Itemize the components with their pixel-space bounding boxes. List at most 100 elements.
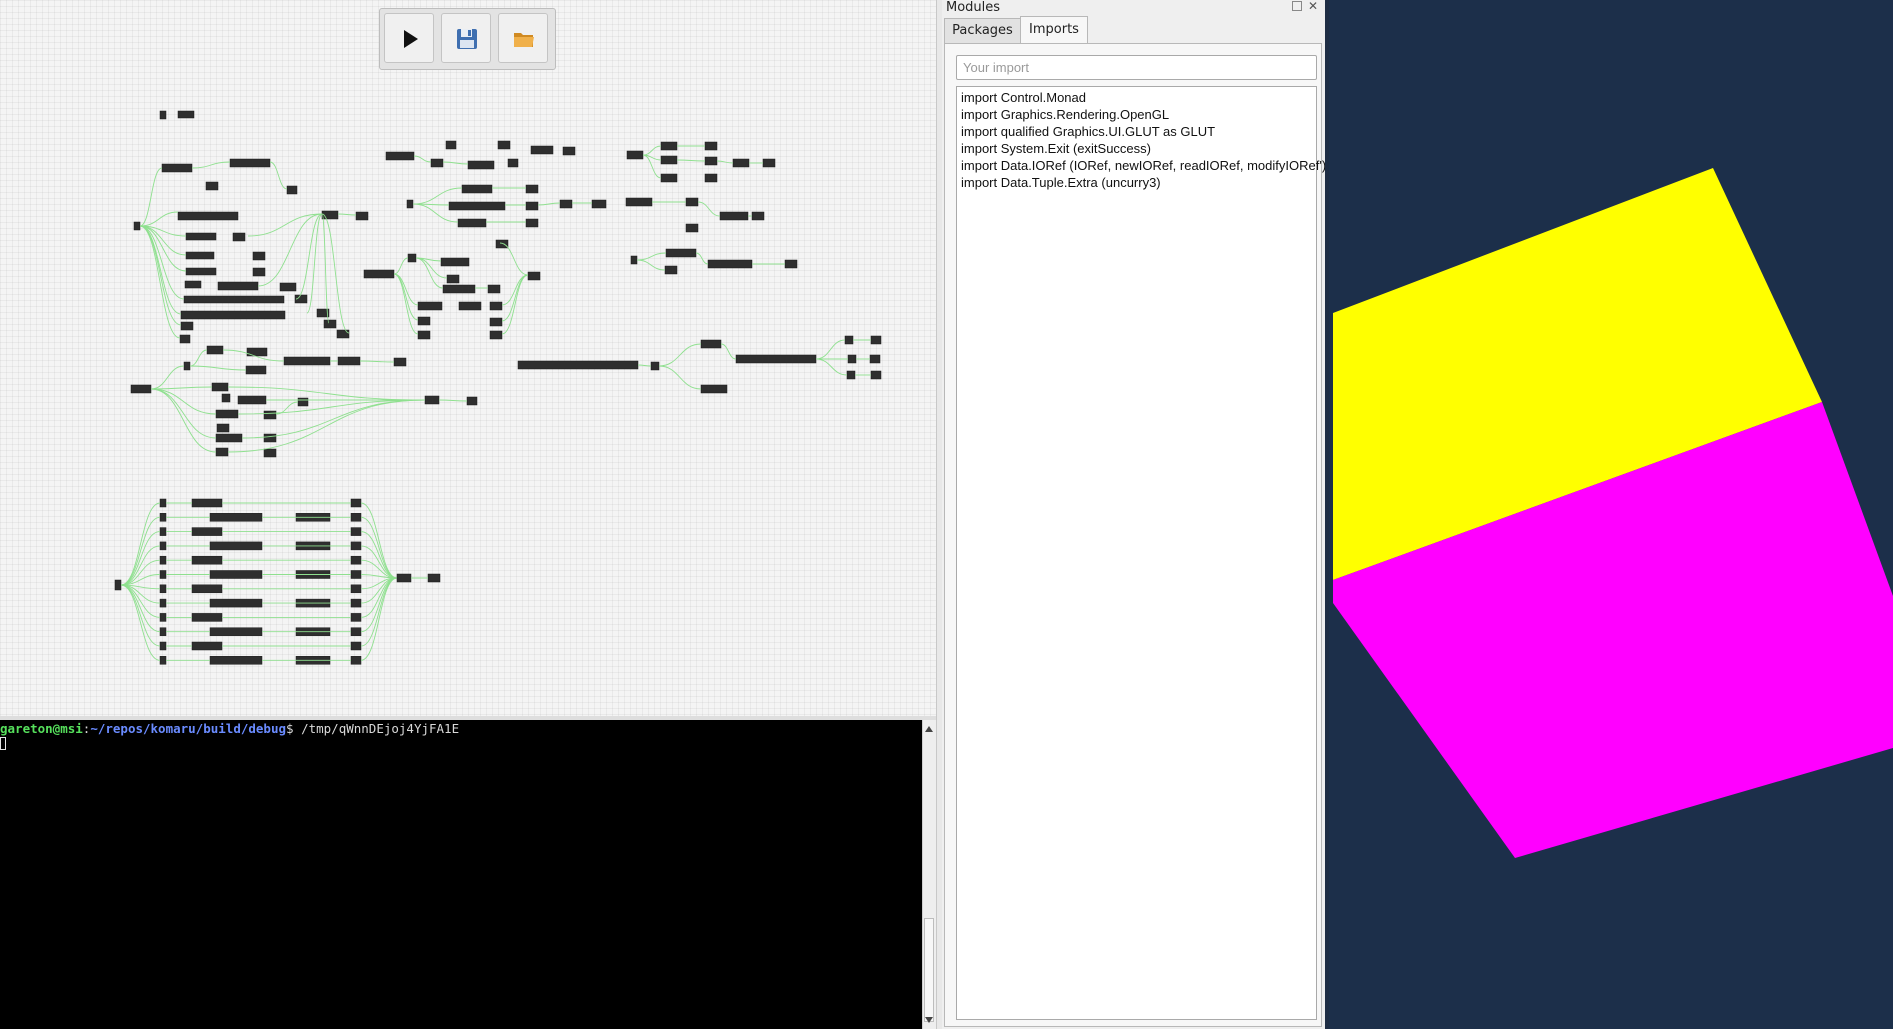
opengl-window[interactable] bbox=[1329, 0, 1893, 1029]
graph-node[interactable] bbox=[396, 573, 412, 583]
graph-node[interactable] bbox=[191, 527, 223, 536]
graph-node[interactable] bbox=[626, 150, 644, 160]
run-button[interactable] bbox=[384, 13, 434, 63]
graph-node[interactable] bbox=[159, 584, 167, 594]
graph-node[interactable] bbox=[700, 384, 728, 394]
graph-node[interactable] bbox=[159, 627, 167, 636]
graph-node[interactable] bbox=[286, 185, 298, 195]
graph-node[interactable] bbox=[337, 356, 361, 366]
graph-node[interactable] bbox=[350, 641, 362, 651]
graph-node[interactable] bbox=[215, 433, 243, 443]
graph-node[interactable] bbox=[784, 259, 798, 269]
graph-node[interactable] bbox=[183, 361, 191, 371]
graph-node[interactable] bbox=[870, 370, 882, 380]
graph-node[interactable] bbox=[507, 158, 519, 168]
graph-node[interactable] bbox=[159, 555, 167, 565]
graph-node[interactable] bbox=[180, 310, 286, 320]
graph-node[interactable] bbox=[685, 197, 699, 207]
graph-node[interactable] bbox=[252, 267, 266, 277]
graph-node[interactable] bbox=[183, 295, 285, 304]
graph-node[interactable] bbox=[159, 613, 167, 622]
graph-node[interactable] bbox=[185, 267, 217, 276]
graph-node[interactable] bbox=[245, 365, 267, 375]
graph-node[interactable] bbox=[489, 301, 503, 311]
graph-node[interactable] bbox=[209, 627, 263, 636]
graph-node[interactable] bbox=[650, 361, 660, 371]
graph-node[interactable] bbox=[363, 269, 395, 279]
terminal-scrollbar[interactable] bbox=[922, 720, 936, 1029]
graph-node[interactable] bbox=[350, 598, 362, 608]
graph-node[interactable] bbox=[209, 656, 263, 665]
graph-node[interactable] bbox=[525, 184, 539, 194]
graph-node[interactable] bbox=[252, 251, 266, 261]
graph-node[interactable] bbox=[350, 541, 362, 551]
graph-node[interactable] bbox=[209, 513, 263, 522]
graph-node[interactable] bbox=[221, 393, 231, 403]
graph-node[interactable] bbox=[159, 541, 167, 551]
graph-node[interactable] bbox=[707, 259, 753, 269]
graph-node[interactable] bbox=[445, 140, 457, 150]
graph-node[interactable] bbox=[215, 447, 229, 457]
graph-node[interactable] bbox=[133, 221, 141, 231]
graph-node[interactable] bbox=[489, 330, 503, 340]
list-item[interactable]: import Graphics.Rendering.OpenGL bbox=[961, 106, 1312, 123]
graph-node[interactable] bbox=[385, 151, 415, 161]
graph-node[interactable] bbox=[406, 199, 414, 209]
graph-node[interactable] bbox=[191, 641, 223, 651]
graph-node[interactable] bbox=[263, 433, 277, 443]
graph-node[interactable] bbox=[180, 321, 194, 331]
graph-node[interactable] bbox=[847, 354, 857, 364]
graph-node[interactable] bbox=[237, 395, 267, 405]
graph-node[interactable] bbox=[159, 570, 167, 579]
graph-node[interactable] bbox=[159, 110, 167, 120]
graph-node[interactable] bbox=[184, 280, 202, 289]
graph-node[interactable] bbox=[159, 598, 167, 608]
graph-node[interactable] bbox=[660, 173, 678, 183]
graph-node[interactable] bbox=[209, 598, 263, 608]
graph-node[interactable] bbox=[427, 573, 441, 583]
graph-node[interactable] bbox=[417, 301, 443, 311]
list-item[interactable]: import qualified Graphics.UI.GLUT as GLU… bbox=[961, 123, 1312, 140]
graph-node[interactable] bbox=[350, 570, 362, 579]
graph-node[interactable] bbox=[495, 239, 509, 249]
graph-node[interactable] bbox=[211, 382, 229, 392]
graph-node[interactable] bbox=[229, 158, 271, 168]
graph-node[interactable] bbox=[735, 354, 817, 364]
graph-node[interactable] bbox=[525, 201, 539, 211]
graph-node[interactable] bbox=[700, 339, 722, 349]
graph-node[interactable] bbox=[870, 335, 882, 345]
graph-node[interactable] bbox=[179, 334, 191, 344]
graph-node[interactable] bbox=[350, 527, 362, 536]
imports-list[interactable]: import Control.Monad import Graphics.Ren… bbox=[956, 86, 1326, 1020]
save-button[interactable] bbox=[441, 13, 491, 63]
graph-node[interactable] bbox=[846, 370, 856, 380]
graph-node[interactable] bbox=[205, 181, 219, 191]
graph-node[interactable] bbox=[215, 409, 239, 419]
graph-node[interactable] bbox=[393, 357, 407, 367]
graph-node[interactable] bbox=[350, 656, 362, 665]
graph-node[interactable] bbox=[704, 156, 718, 166]
graph-node[interactable] bbox=[497, 140, 511, 150]
graph-node[interactable] bbox=[417, 316, 431, 326]
graph-node[interactable] bbox=[762, 158, 776, 168]
graph-node[interactable] bbox=[232, 232, 246, 242]
scrollbar-thumb[interactable] bbox=[924, 918, 934, 1022]
list-item[interactable]: import Data.IORef (IORef, newIORef, read… bbox=[961, 157, 1326, 174]
graph-node[interactable] bbox=[660, 141, 678, 151]
graph-node[interactable] bbox=[185, 251, 215, 260]
graph-node[interactable] bbox=[323, 319, 337, 329]
terminal[interactable]: gareton@msi:~/repos/komaru/build/debug$ … bbox=[0, 720, 922, 1029]
graph-node[interactable] bbox=[159, 527, 167, 536]
graph-node[interactable] bbox=[440, 257, 470, 267]
graph-node[interactable] bbox=[177, 110, 195, 119]
graph-node[interactable] bbox=[191, 584, 223, 594]
graph-node[interactable] bbox=[704, 173, 718, 183]
graph-node[interactable] bbox=[246, 347, 268, 357]
graph-node[interactable] bbox=[467, 160, 495, 170]
list-item[interactable]: import Control.Monad bbox=[961, 89, 1312, 106]
graph-node[interactable] bbox=[704, 141, 718, 151]
tab-imports[interactable]: Imports bbox=[1020, 16, 1088, 43]
graph-node[interactable] bbox=[130, 384, 152, 394]
graph-node[interactable] bbox=[458, 301, 482, 311]
graph-node[interactable] bbox=[489, 317, 503, 327]
